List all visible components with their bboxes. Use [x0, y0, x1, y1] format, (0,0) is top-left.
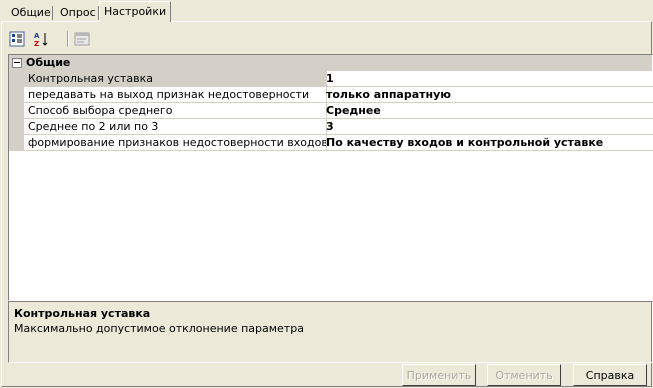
property-pages-button[interactable]: [72, 29, 92, 49]
property-pages-icon: [74, 32, 90, 46]
row-gutter: [9, 87, 24, 103]
tab-settings[interactable]: Настройки: [99, 1, 172, 22]
property-name: передавать на выход признак недостоверно…: [24, 87, 327, 103]
property-value[interactable]: только аппаратную: [323, 87, 653, 103]
svg-text:A: A: [34, 32, 40, 40]
svg-text:Z: Z: [34, 40, 39, 47]
tab-separator: [52, 6, 53, 20]
property-row[interactable]: Среднее по 2 или по 3 3: [9, 119, 653, 135]
row-gutter: [9, 71, 24, 87]
category-row[interactable]: Общие: [9, 55, 652, 71]
description-text: Максимально допустимое отклонение параме…: [14, 322, 304, 335]
toolbar-separator: [67, 31, 69, 47]
tab-general[interactable]: Общие: [7, 4, 55, 21]
property-grid: Общие Контрольная уставка 1 передавать н…: [8, 54, 653, 301]
apply-button[interactable]: Применить: [402, 364, 476, 386]
categorized-view-button[interactable]: [7, 29, 27, 49]
description-title: Контрольная уставка: [14, 307, 151, 320]
help-button[interactable]: Справка: [573, 364, 647, 386]
row-gutter: [9, 119, 24, 135]
row-gutter: [9, 103, 24, 119]
property-value[interactable]: 1: [323, 71, 653, 87]
sort-alphabetical-button[interactable]: A Z: [31, 29, 51, 49]
property-row[interactable]: формирование признаков недостоверности в…: [9, 135, 653, 151]
row-gutter: [9, 135, 24, 151]
category-label: Общие: [26, 56, 71, 69]
property-value[interactable]: 3: [323, 119, 653, 135]
sort-alphabetical-icon: A Z: [34, 32, 48, 47]
property-name: Среднее по 2 или по 3: [24, 119, 327, 135]
property-row[interactable]: передавать на выход признак недостоверно…: [9, 87, 653, 103]
categorized-view-icon: [9, 31, 25, 47]
property-name: Способ выбора среднего: [24, 103, 327, 119]
property-value[interactable]: Среднее: [323, 103, 653, 119]
property-value[interactable]: По качеству входов и контрольной уставке: [323, 135, 653, 151]
tab-strip: Общие Опрос Настройки: [0, 0, 653, 22]
property-name: Контрольная уставка: [24, 71, 327, 87]
cancel-button[interactable]: Отменить: [487, 364, 561, 386]
description-pane: Контрольная уставка Максимально допустим…: [8, 301, 653, 363]
property-toolbar: A Z: [7, 28, 647, 50]
tab-polling[interactable]: Опрос: [56, 4, 100, 21]
property-row[interactable]: Способ выбора среднего Среднее: [9, 103, 653, 119]
property-name: формирование признаков недостоверности в…: [24, 135, 327, 151]
property-row[interactable]: Контрольная уставка 1: [9, 71, 653, 87]
collapse-icon[interactable]: [12, 58, 22, 68]
